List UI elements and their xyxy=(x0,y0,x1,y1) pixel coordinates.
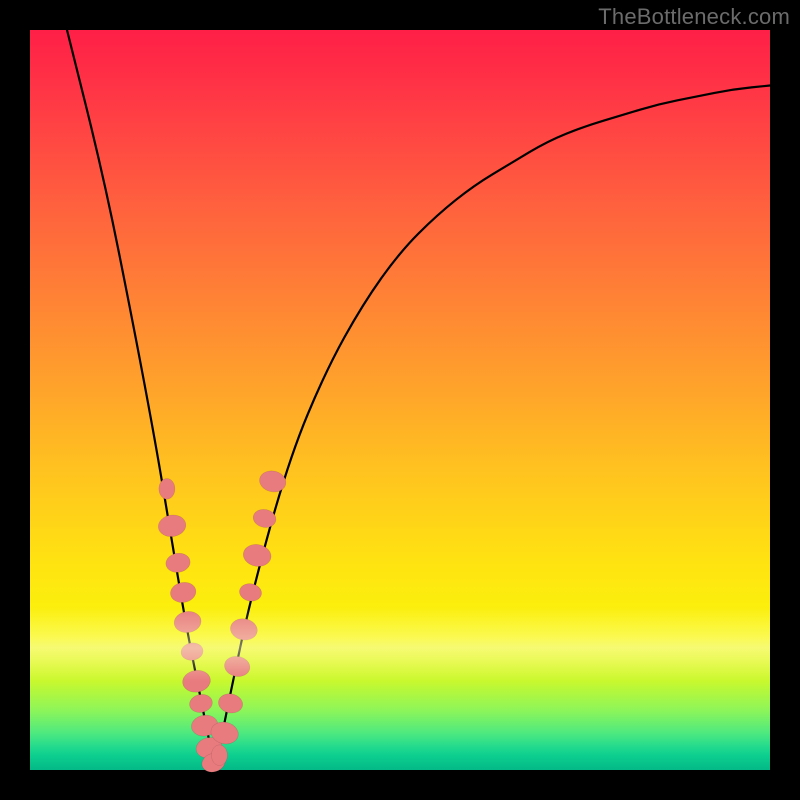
bead-marker xyxy=(211,745,227,766)
chart-frame: TheBottleneck.com xyxy=(0,0,800,800)
bead-marker xyxy=(180,641,205,661)
bead-marker xyxy=(169,580,198,604)
bead-marker xyxy=(164,551,191,574)
bottleneck-curve xyxy=(67,30,770,752)
bead-marker xyxy=(188,692,214,714)
watermark-text: TheBottleneck.com xyxy=(598,4,790,30)
beads-right-group xyxy=(209,468,288,765)
bead-marker xyxy=(242,542,273,568)
curve-svg xyxy=(30,30,770,770)
bead-marker xyxy=(157,513,187,538)
bead-marker xyxy=(159,478,175,499)
plot-area xyxy=(30,30,770,770)
bead-marker xyxy=(173,610,203,635)
bead-marker xyxy=(229,617,259,643)
bead-marker xyxy=(217,692,245,715)
bead-marker xyxy=(257,468,288,494)
bead-marker xyxy=(223,654,252,678)
bead-marker xyxy=(181,668,212,694)
bead-marker xyxy=(238,582,263,603)
